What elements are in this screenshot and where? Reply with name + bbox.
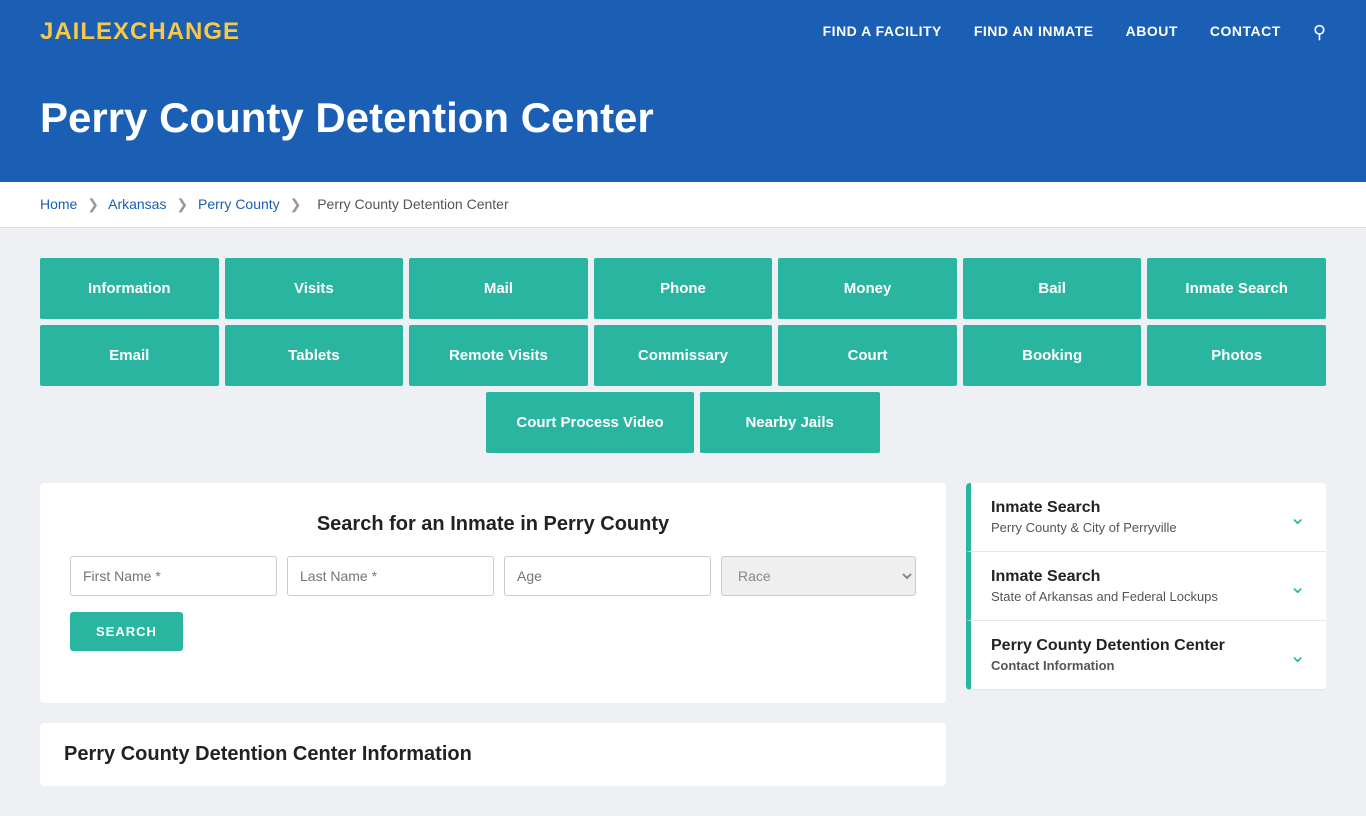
info-section: Perry County Detention Center Informatio…: [40, 723, 946, 786]
btn-email[interactable]: Email: [40, 325, 219, 386]
hero-banner: Perry County Detention Center: [0, 64, 1366, 182]
sidebar-item-state-subtitle: State of Arkansas and Federal Lockups: [991, 589, 1218, 604]
page-title: Perry County Detention Center: [40, 94, 1326, 142]
btn-commissary[interactable]: Commissary: [594, 325, 773, 386]
search-title: Search for an Inmate in Perry County: [70, 513, 916, 536]
logo-exchange: EXCHANGE: [96, 18, 240, 45]
info-title: Perry County Detention Center Informatio…: [64, 743, 922, 766]
sidebar-item-local-title: Inmate Search: [991, 499, 1177, 517]
first-name-input[interactable]: [70, 556, 277, 596]
search-fields: Race White Black Hispanic Asian Other: [70, 556, 916, 596]
btn-tablets[interactable]: Tablets: [225, 325, 404, 386]
nav-item-find-inmate[interactable]: FIND AN INMATE: [974, 23, 1094, 41]
btn-phone[interactable]: Phone: [594, 258, 773, 319]
button-grid-row1: Information Visits Mail Phone Money Bail…: [40, 258, 1326, 319]
breadcrumb-sep-3: ❯: [290, 196, 302, 212]
breadcrumb-current: Perry County Detention Center: [317, 196, 508, 212]
search-button[interactable]: SEARCH: [70, 612, 183, 651]
btn-inmate-search[interactable]: Inmate Search: [1147, 258, 1326, 319]
race-select[interactable]: Race White Black Hispanic Asian Other: [721, 556, 916, 596]
sidebar: Inmate Search Perry County & City of Per…: [966, 483, 1326, 690]
breadcrumb: Home ❯ Arkansas ❯ Perry County ❯ Perry C…: [0, 182, 1366, 228]
age-input[interactable]: [504, 556, 711, 596]
sidebar-item-contact-subtitle: Contact Information: [991, 658, 1225, 673]
last-name-input[interactable]: [287, 556, 494, 596]
navbar: JAILEXCHANGE FIND A FACILITY FIND AN INM…: [0, 0, 1366, 64]
sidebar-item-contact-info[interactable]: Perry County Detention Center Contact In…: [966, 621, 1326, 690]
sidebar-item-state-title: Inmate Search: [991, 568, 1218, 586]
breadcrumb-sep-2: ❯: [176, 196, 188, 212]
logo-jail: JAIL: [40, 18, 96, 45]
breadcrumb-arkansas[interactable]: Arkansas: [108, 196, 166, 212]
btn-remote-visits[interactable]: Remote Visits: [409, 325, 588, 386]
btn-court[interactable]: Court: [778, 325, 957, 386]
btn-booking[interactable]: Booking: [963, 325, 1142, 386]
inmate-search-card: Search for an Inmate in Perry County Rac…: [40, 483, 946, 703]
btn-mail[interactable]: Mail: [409, 258, 588, 319]
btn-nearby-jails[interactable]: Nearby Jails: [700, 392, 880, 453]
nav-item-about[interactable]: ABOUT: [1126, 23, 1178, 41]
sidebar-item-local-subtitle: Perry County & City of Perryville: [991, 520, 1177, 535]
chevron-down-icon-2: ⌄: [1289, 574, 1306, 599]
bottom-section: Search for an Inmate in Perry County Rac…: [40, 483, 1326, 786]
sidebar-item-inmate-search-local[interactable]: Inmate Search Perry County & City of Per…: [966, 483, 1326, 552]
sidebar-item-inmate-search-state[interactable]: Inmate Search State of Arkansas and Fede…: [966, 552, 1326, 621]
btn-money[interactable]: Money: [778, 258, 957, 319]
btn-information[interactable]: Information: [40, 258, 219, 319]
nav-item-contact[interactable]: CONTACT: [1210, 23, 1281, 41]
btn-visits[interactable]: Visits: [225, 258, 404, 319]
btn-photos[interactable]: Photos: [1147, 325, 1326, 386]
site-logo[interactable]: JAILEXCHANGE: [40, 18, 240, 46]
btn-bail[interactable]: Bail: [963, 258, 1142, 319]
nav-item-find-facility[interactable]: FIND A FACILITY: [823, 23, 942, 41]
btn-court-process-video[interactable]: Court Process Video: [486, 392, 693, 453]
chevron-down-icon-3: ⌄: [1289, 643, 1306, 668]
button-grid-row2: Email Tablets Remote Visits Commissary C…: [40, 325, 1326, 386]
main-content: Information Visits Mail Phone Money Bail…: [0, 228, 1366, 816]
breadcrumb-sep-1: ❯: [87, 196, 99, 212]
search-icon[interactable]: ⚲: [1313, 22, 1326, 43]
nav-links: FIND A FACILITY FIND AN INMATE ABOUT CON…: [823, 22, 1326, 43]
button-grid-row3: Court Process Video Nearby Jails: [40, 392, 1326, 453]
chevron-down-icon: ⌄: [1289, 505, 1306, 530]
sidebar-item-contact-title: Perry County Detention Center: [991, 637, 1225, 655]
breadcrumb-home[interactable]: Home: [40, 196, 77, 212]
breadcrumb-perry-county[interactable]: Perry County: [198, 196, 280, 212]
